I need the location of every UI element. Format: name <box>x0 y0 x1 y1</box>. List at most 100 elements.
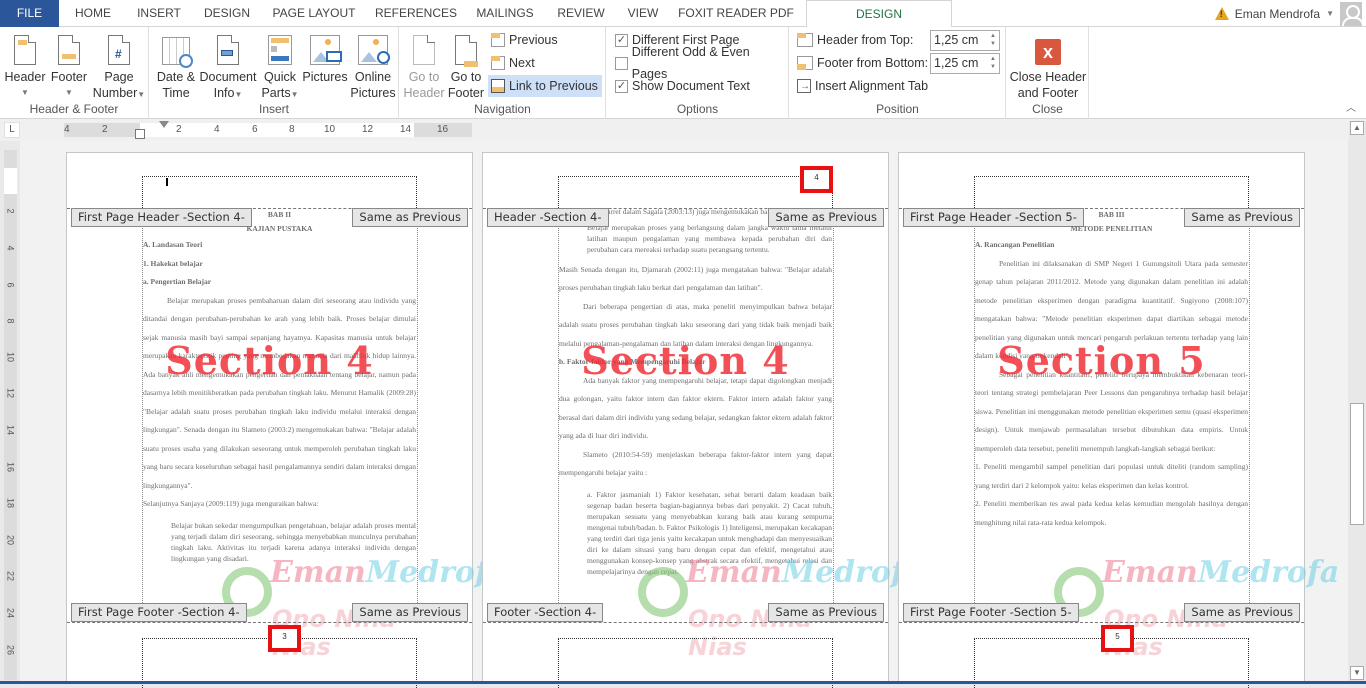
first-line-indent-icon[interactable] <box>159 121 169 128</box>
ruler-tick: 22 <box>5 570 16 581</box>
header-area[interactable] <box>142 176 417 208</box>
go-to-footer-button[interactable]: Go to Footer <box>446 31 486 101</box>
group-header-footer: Header ▼ Footer ▼ # Page Number▼ Header … <box>0 27 149 119</box>
ribbon-tab-bar: FILE HOME INSERT DESIGN PAGE LAYOUT REFE… <box>0 0 1366 28</box>
chevron-down-icon: ▼ <box>65 88 73 97</box>
tab-references[interactable]: REFERENCES <box>372 0 460 27</box>
online-pictures-icon <box>358 35 390 65</box>
collapse-ribbon-icon[interactable]: ︿ <box>1346 99 1356 114</box>
go-to-footer-icon <box>455 35 478 67</box>
ruler-tick: 18 <box>5 497 16 508</box>
page-number-button[interactable]: # Page Number▼ <box>92 31 146 103</box>
scrollbar-thumb[interactable] <box>1350 403 1364 525</box>
checkbox-checked-icon: ✓ <box>615 79 628 93</box>
pictures-button[interactable]: Pictures <box>300 31 350 85</box>
ruler-tick: 12 <box>362 124 374 135</box>
ruler-tick: 6 <box>5 282 16 288</box>
tab-view[interactable]: VIEW <box>618 0 668 27</box>
header-icon <box>14 35 36 65</box>
go-to-header-icon <box>413 35 435 65</box>
tab-selector-button[interactable]: L <box>4 122 20 138</box>
tab-file[interactable]: FILE <box>0 0 59 27</box>
page-5[interactable]: First Page Header -Section 5- Same as Pr… <box>898 152 1339 688</box>
next-section-icon <box>491 56 505 70</box>
tab-header-footer-design[interactable]: DESIGN <box>806 0 952 28</box>
close-header-footer-button[interactable]: x Close Header and Footer <box>1009 35 1087 101</box>
chevron-down-icon: ▼ <box>137 90 146 99</box>
footer-from-bottom-input[interactable]: 1,25 cm ▲ ▼ <box>930 53 1000 74</box>
group-insert: Date & Time Document Info▼ Quick Parts▼ … <box>150 27 399 119</box>
group-label: Position <box>876 102 919 116</box>
scroll-up-icon[interactable]: ▲ <box>1350 121 1364 135</box>
tab-design[interactable]: DESIGN <box>196 0 258 27</box>
section-label: Section 4 <box>581 338 790 383</box>
vertical-ruler[interactable]: 2 4 6 8 10 12 14 16 18 20 22 24 26 <box>4 150 17 680</box>
previous-section-icon <box>491 33 505 47</box>
section-label: Section 4 <box>165 338 374 383</box>
ruler-tick: 20 <box>5 534 16 545</box>
different-odd-even-checkbox[interactable]: Different Odd & Even Pages <box>612 45 788 81</box>
page-3[interactable]: First Page Header -Section 4- Same as Pr… <box>66 152 507 688</box>
ribbon: Header ▼ Footer ▼ # Page Number▼ Header … <box>0 27 1366 119</box>
ruler-tick: 2 <box>102 124 108 135</box>
header-position-icon <box>797 33 813 47</box>
tab-page-layout[interactable]: PAGE LAYOUT <box>266 0 362 27</box>
checkbox-unchecked-icon <box>615 56 628 70</box>
insert-alignment-tab-button[interactable]: → Insert Alignment Tab <box>794 75 931 97</box>
date-time-button[interactable]: Date & Time <box>154 31 198 101</box>
footer-section-tag: Footer -Section 4- <box>487 603 604 622</box>
same-as-previous-tag: Same as Previous <box>1184 603 1300 622</box>
user-account[interactable]: ! Eman Mendrofa ▼ <box>1214 0 1366 27</box>
chevron-down-icon: ▼ <box>1326 9 1334 18</box>
header-area[interactable] <box>974 176 1249 208</box>
header-from-top-input[interactable]: 1,25 cm ▲ ▼ <box>930 30 1000 51</box>
horizontal-ruler[interactable]: 4 2 2 4 6 8 10 12 14 16 <box>64 121 472 139</box>
tab-home[interactable]: HOME <box>64 0 122 27</box>
online-pictures-button[interactable]: Online Pictures <box>350 31 396 101</box>
link-to-previous-button[interactable]: Link to Previous <box>488 75 602 97</box>
page-4[interactable]: 4 Lebih Lanjut, Garret dalam Sagala (200… <box>482 152 923 688</box>
footer-button[interactable]: Footer ▼ <box>48 31 90 101</box>
pictures-icon <box>310 35 342 65</box>
show-document-text-checkbox[interactable]: ✓ Show Document Text <box>612 75 753 97</box>
ruler-tick: 8 <box>5 318 16 324</box>
indent-marker-icon[interactable] <box>135 129 145 139</box>
ruler-tick: 16 <box>5 461 16 472</box>
previous-button[interactable]: Previous <box>488 29 561 51</box>
ruler-tick: 24 <box>5 607 16 618</box>
horizontal-ruler-bar: L 4 2 2 4 6 8 10 12 14 16 <box>0 119 1366 141</box>
link-to-previous-icon <box>491 79 505 93</box>
footer-section-tag: First Page Footer -Section 4- <box>71 603 247 622</box>
same-as-previous-tag: Same as Previous <box>768 603 884 622</box>
same-as-previous-tag: Same as Previous <box>768 208 884 227</box>
tab-foxit-reader-pdf[interactable]: FOXIT READER PDF <box>676 0 796 27</box>
group-navigation: Go to Header Go to Footer Previous Next … <box>400 27 606 119</box>
document-info-button[interactable]: Document Info▼ <box>198 31 258 103</box>
user-name: Eman Mendrofa <box>1234 6 1321 21</box>
chevron-down-icon: ▼ <box>290 90 299 99</box>
watermark-logo: EmanMedrofa Ono Niha - Nias <box>222 553 507 661</box>
footer-from-bottom-label: Footer from Bottom: <box>794 52 931 74</box>
spinner-arrows-icon[interactable]: ▲ ▼ <box>990 32 996 48</box>
footer-section-tag: First Page Footer -Section 5- <box>903 603 1079 622</box>
tab-review[interactable]: REVIEW <box>552 0 610 27</box>
spinner-arrows-icon[interactable]: ▲ ▼ <box>990 55 996 71</box>
next-button[interactable]: Next <box>488 52 538 74</box>
tab-insert[interactable]: INSERT <box>128 0 190 27</box>
header-button[interactable]: Header ▼ <box>4 31 46 101</box>
ruler-tick: 4 <box>64 124 70 135</box>
group-close: x Close Header and Footer Close <box>1007 27 1089 119</box>
group-label: Navigation <box>474 102 531 116</box>
quick-parts-button[interactable]: Quick Parts▼ <box>260 31 300 103</box>
ruler-tick: 10 <box>324 124 336 135</box>
ruler-tick: 12 <box>5 387 16 398</box>
tab-mailings[interactable]: MAILINGS <box>468 0 542 27</box>
group-label: Close <box>1032 102 1063 116</box>
vertical-scrollbar[interactable]: ▲ ▼ <box>1349 121 1366 684</box>
scroll-down-icon[interactable]: ▼ <box>1350 666 1364 680</box>
group-label: Options <box>676 102 719 116</box>
go-to-header-button[interactable]: Go to Header <box>402 31 446 101</box>
warning-icon: ! <box>1214 7 1229 20</box>
footer-boundary <box>67 622 472 623</box>
watermark-logo: EmanMedrofa Ono Niha - Nias <box>1054 553 1339 661</box>
